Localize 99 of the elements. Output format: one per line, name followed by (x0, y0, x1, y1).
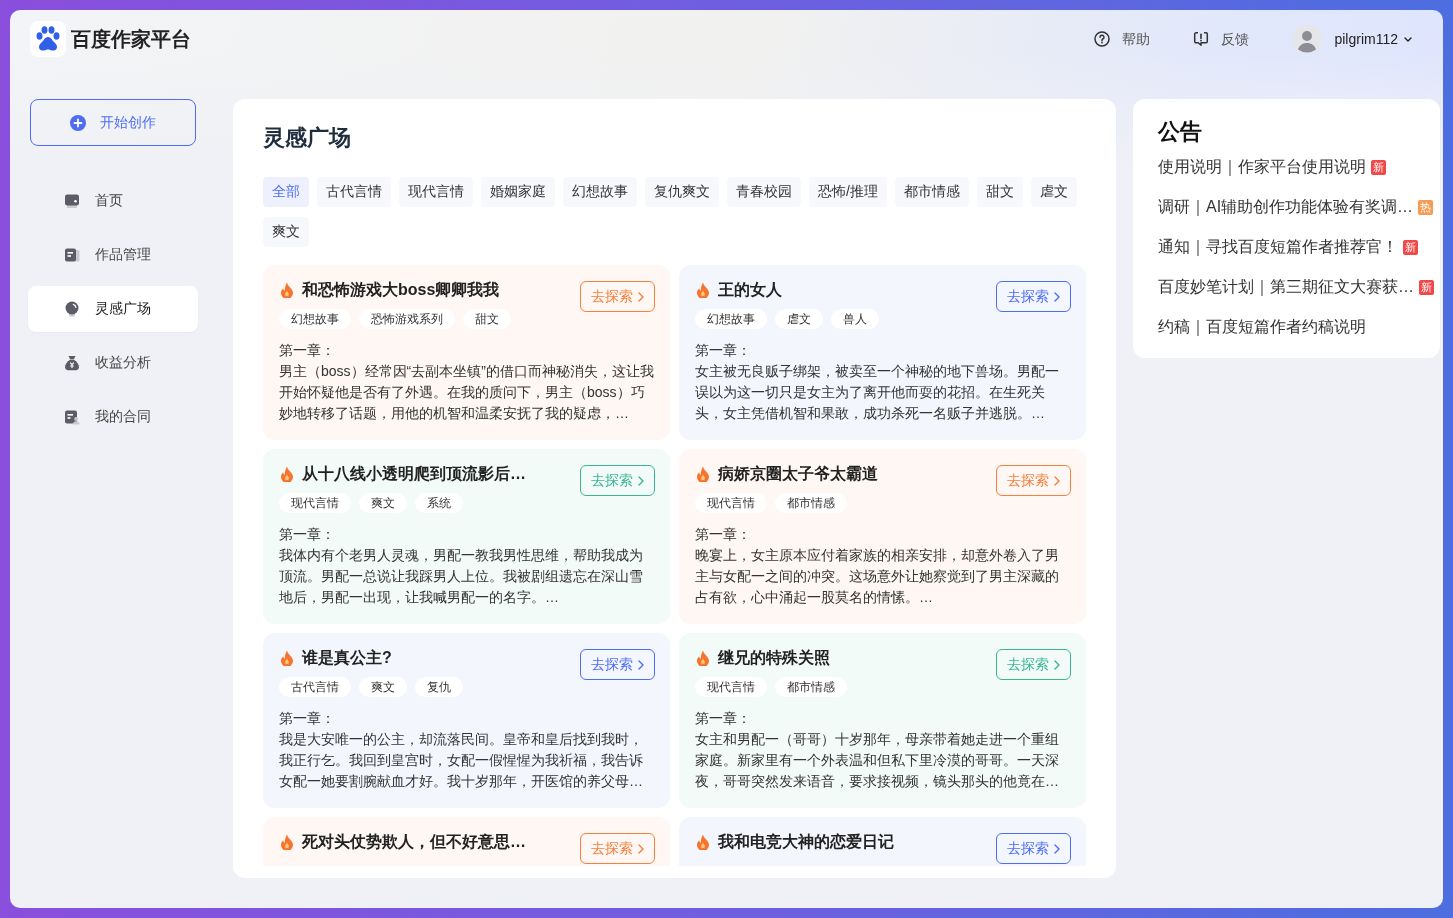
notice-link[interactable]: 调研｜AI辅助创作功能体验有奖调… (1158, 196, 1414, 218)
genre-tag: 幻想故事 (279, 309, 351, 329)
excerpt-text: 我是大安唯一的公主，却流落民间。皇帝和皇后找到我时，我正行乞。我回到皇宫时，女配一假惺惺为我祈福，我告诉女配一她要割腕献血才好。我十岁那年，开医馆的养父母… (279, 730, 644, 791)
genre-tag: 虐文 (775, 309, 823, 329)
flame-icon (696, 834, 710, 850)
story-title: 王的女人 (718, 280, 782, 300)
money-bag-icon (64, 355, 80, 371)
chapter-label: 第一章： (695, 709, 752, 728)
help-link[interactable]: 帮助 (1094, 29, 1151, 49)
story-title: 我和电竞大神的恋爱日记 (718, 832, 894, 852)
genre-tag: 现代言情 (279, 493, 351, 513)
chapter-label: 第一章： (695, 341, 752, 360)
help-icon (1094, 31, 1111, 47)
chevron-right-icon (638, 843, 644, 854)
category-tab[interactable]: 恐怖/推理 (809, 177, 887, 207)
chapter-label: 第一章： (279, 709, 336, 728)
genre-tag: 现代言情 (695, 677, 767, 697)
excerpt-text: 男主（boss）经常因“去副本坐镇”的借口而神秘消失，这让我开始怀疑他是否有了外遇。在我的质问下，男主（boss）巧妙地转移了话题，用他的机智和温柔安抚了我的疑虑，… (279, 362, 655, 423)
flame-icon (696, 650, 710, 666)
chevron-down-icon (1404, 36, 1412, 42)
genre-tag: 古代言情 (279, 677, 351, 697)
nav-item[interactable]: 我的合同 (28, 394, 198, 440)
notice-link[interactable]: 使用说明｜作家平台使用说明 (1158, 156, 1366, 178)
flame-icon (696, 466, 710, 482)
flame-icon (280, 650, 294, 666)
paw-logo-icon (30, 21, 66, 57)
excerpt-text: 女主被无良贩子绑架，被卖至一个神秘的地下兽场。男配一误以为这一切只是女主为了离开他而耍的花招。在生死关头，女主凭借机智和果敢，成功杀死一名贩子并逃脱。… (695, 362, 1060, 423)
document-icon (64, 247, 80, 263)
monitor-icon (64, 193, 80, 209)
contract-icon (64, 409, 80, 425)
excerpt-text: 女主和男配一（哥哥）十岁那年，母亲带着她走进一个重组家庭。新家里有一个外表温和但私下里冷漠的哥哥。一天深夜，哥哥突然发来语音，要求接视频，镜头那头的他竟在… (695, 730, 1060, 791)
genre-tag: 恐怖游戏系列 (359, 309, 455, 329)
category-tab[interactable]: 虐文 (1030, 177, 1077, 207)
category-tab[interactable]: 幻想故事 (563, 177, 637, 207)
status-badge: 热 (1418, 199, 1434, 215)
category-tab[interactable]: 古代言情 (317, 177, 391, 207)
status-badge: 新 (1419, 279, 1434, 295)
category-tab[interactable]: 爽文 (263, 217, 309, 247)
flame-icon (696, 282, 710, 298)
explore-button[interactable]: 去探索 (580, 649, 655, 680)
feedback-link[interactable]: 反馈 (1193, 29, 1250, 49)
status-badge: 新 (1403, 239, 1418, 255)
section-title: 公告 (1158, 118, 1203, 146)
nav-item[interactable]: 首页 (28, 178, 198, 224)
platform-title: 百度作家平台 (71, 27, 191, 52)
create-button[interactable]: 开始创作 (30, 99, 196, 146)
genre-tag: 幻想故事 (695, 309, 767, 329)
chevron-right-icon (1054, 659, 1060, 670)
genre-tag: 兽人 (831, 309, 879, 329)
chapter-label: 第一章： (279, 341, 336, 360)
user-menu[interactable]: pilgrim112 (1334, 29, 1412, 49)
story-title: 和恐怖游戏大boss卿卿我我 (302, 280, 500, 300)
genre-tag: 都市情感 (775, 677, 847, 697)
excerpt-text: 我体内有个老男人灵魂，男配一教我男性思维，帮助我成为顶流。男配一总说让我踩男人上位。我被剧组遗忘在深山雪地后，男配一出现，让我喊男配一的名字。… (279, 546, 644, 607)
chevron-right-icon (1054, 475, 1060, 486)
story-title: 继兄的特殊关照 (718, 648, 830, 668)
story-title: 谁是真公主? (302, 648, 392, 668)
excerpt-text: 晚宴上，女主原本应付着家族的相亲安排，却意外卷入了男主与女配一之间的冲突。这场意外让她察觉到了男主深藏的占有欲，心中涌起一股莫名的情愫。… (695, 546, 1060, 607)
nav-item[interactable]: 灵感广场 (28, 286, 198, 332)
flame-icon (280, 282, 294, 298)
category-tab[interactable]: 都市情感 (894, 177, 969, 207)
notice-link[interactable]: 约稿｜百度短篇作者约稿说明 (1158, 316, 1366, 338)
flame-icon (280, 834, 294, 850)
chapter-label: 第一章： (279, 525, 336, 544)
notice-link[interactable]: 百度妙笔计划｜第三期征文大赛获… (1158, 276, 1414, 298)
notice-link[interactable]: 通知｜寻找百度短篇作者推荐官！ (1158, 236, 1398, 258)
category-tab[interactable]: 甜文 (976, 177, 1023, 207)
feedback-icon (1193, 31, 1210, 47)
chapter-label: 第一章： (695, 525, 752, 544)
story-title: 从十八线小透明爬到顶流影后… (302, 464, 526, 484)
explore-button[interactable]: 去探索 (996, 281, 1071, 312)
chevron-right-icon (1054, 843, 1060, 854)
genre-tag: 系统 (415, 493, 463, 513)
genre-tag: 甜文 (463, 309, 511, 329)
genre-tag: 现代言情 (695, 493, 767, 513)
category-tab[interactable]: 现代言情 (399, 177, 473, 207)
genre-tag: 复仇 (415, 677, 463, 697)
nav-item[interactable]: 作品管理 (28, 232, 198, 278)
chevron-right-icon (638, 475, 644, 486)
category-tab[interactable]: 复仇爽文 (645, 177, 719, 207)
story-title: 病娇京圈太子爷太霸道 (718, 464, 878, 484)
chevron-right-icon (638, 659, 644, 670)
genre-tag: 爽文 (359, 677, 407, 697)
page-title: 灵感广场 (263, 124, 352, 152)
category-tab[interactable]: 婚姻家庭 (481, 177, 555, 207)
genre-tag: 都市情感 (775, 493, 847, 513)
nav-item[interactable]: 收益分析 (28, 340, 198, 386)
chevron-right-icon (1054, 291, 1060, 302)
category-tab[interactable]: 全部 (263, 177, 309, 207)
category-tab[interactable]: 青春校园 (727, 177, 801, 207)
chevron-right-icon (638, 291, 644, 302)
explore-button[interactable]: 去探索 (996, 833, 1071, 864)
avatar-icon (1292, 24, 1323, 54)
plus-icon (70, 114, 86, 131)
flame-icon (280, 466, 294, 482)
lightbulb-icon (64, 301, 80, 317)
genre-tag: 爽文 (359, 493, 407, 513)
status-badge: 新 (1371, 159, 1386, 175)
story-title: 死对头仗势欺人，但不好意思… (302, 832, 526, 852)
